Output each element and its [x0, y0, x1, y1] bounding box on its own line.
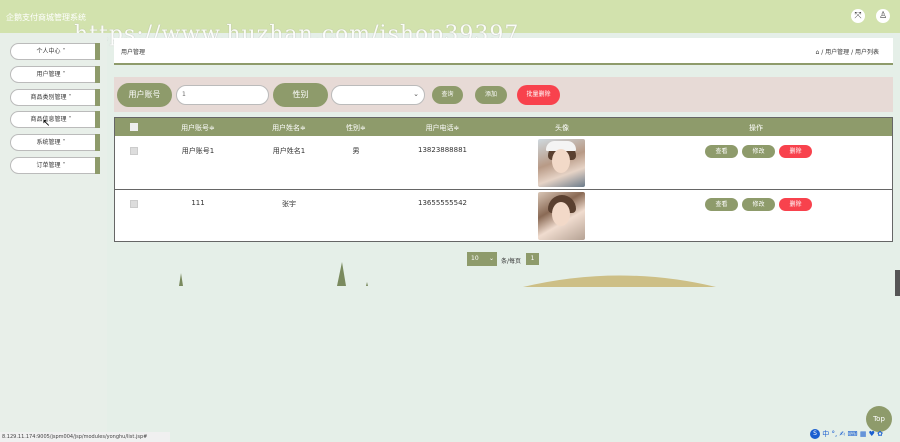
- decor-hill: [523, 275, 716, 287]
- system-tray: S 中 °, ✍ ⌨ ▦ ♥ ✿: [810, 428, 900, 440]
- decor-spike: [366, 282, 368, 286]
- tray-icons[interactable]: 中 °, ✍ ⌨ ▦ ♥ ✿: [822, 430, 883, 438]
- side-tab[interactable]: [895, 270, 900, 296]
- status-url: 8.129.11.174:9005/jspm004/jsp/modules/yo…: [0, 432, 170, 442]
- decor-spike: [337, 262, 346, 286]
- sogou-logo-icon[interactable]: S: [810, 429, 820, 439]
- background-decoration: [179, 262, 716, 287]
- decor-spike: [179, 273, 183, 286]
